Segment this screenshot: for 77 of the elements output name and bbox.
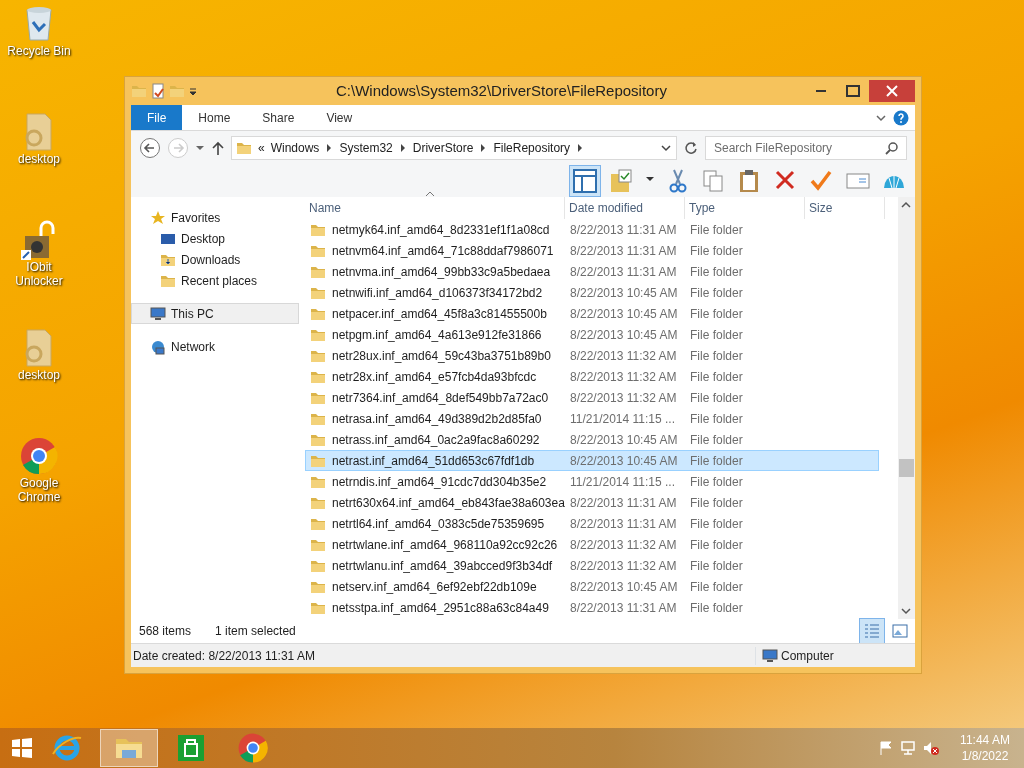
star-icon bbox=[150, 209, 166, 226]
file-row[interactable]: netrasa.inf_amd64_49d389d2b2d85fa0 11/21/2014 11:15 ... File folder bbox=[305, 408, 879, 429]
close-button[interactable] bbox=[869, 80, 915, 102]
folder-checklist-icon[interactable] bbox=[609, 168, 635, 194]
file-row[interactable]: netrtl64.inf_amd64_0383c5de75359695 8/22/2013 11:31 AM File folder bbox=[305, 513, 879, 534]
properties-icon[interactable] bbox=[150, 83, 166, 99]
maximize-icon bbox=[846, 85, 860, 97]
file-row[interactable]: netpgm.inf_amd64_4a613e912fe31866 8/22/2013 10:45 AM File folder bbox=[305, 324, 879, 345]
folder-icon bbox=[236, 140, 252, 156]
file-row[interactable]: netr7364.inf_amd64_8def549bb7a72ac0 8/22/2013 11:32 AM File folder bbox=[305, 387, 879, 408]
file-row[interactable]: netrtwlanu.inf_amd64_39abcced9f3b34df 8/22/2013 11:32 AM File folder bbox=[305, 555, 879, 576]
chrome-icon bbox=[237, 732, 269, 764]
file-row[interactable]: netmyk64.inf_amd64_8d2331ef1f1a08cd 8/22/2013 11:31 AM File folder bbox=[305, 219, 879, 240]
chevron-down-icon[interactable] bbox=[660, 142, 672, 154]
refresh-icon[interactable] bbox=[683, 140, 699, 156]
file-row[interactable]: netnwifi.inf_amd64_d106373f34172bd2 8/22/2013 10:45 AM File folder bbox=[305, 282, 879, 303]
network-icon[interactable] bbox=[900, 740, 916, 756]
item-count: 568 items bbox=[139, 623, 192, 640]
chrome-icon[interactable] bbox=[19, 436, 59, 476]
scrollbar-thumb[interactable] bbox=[899, 459, 914, 477]
file-row[interactable]: netnvm64.inf_amd64_71c88ddaf7986071 8/22/2013 11:31 AM File folder bbox=[305, 240, 879, 261]
file-row[interactable]: netr28x.inf_amd64_e57fcb4da93bfcdc 8/22/2013 11:32 AM File folder bbox=[305, 366, 879, 387]
store-bag-icon bbox=[175, 732, 207, 764]
nav-item[interactable]: Recent places bbox=[131, 270, 299, 291]
chevron-right-icon[interactable] bbox=[325, 143, 334, 153]
scrollbar[interactable] bbox=[898, 197, 915, 619]
ribbon-tab[interactable]: Home bbox=[182, 105, 247, 130]
column-header[interactable]: Name bbox=[305, 197, 565, 219]
file-row[interactable]: netrass.inf_amd64_0ac2a9fac8a60292 8/22/2013 10:45 AM File folder bbox=[305, 429, 879, 450]
breadcrumb[interactable]: FileRepository bbox=[493, 139, 571, 157]
file-row[interactable]: netrast.inf_amd64_51dd653c67fdf1db 8/22/2013 10:45 AM File folder bbox=[305, 450, 879, 471]
tiles-view-icon[interactable] bbox=[890, 621, 910, 641]
help-icon[interactable] bbox=[893, 109, 909, 126]
computer-icon bbox=[150, 305, 166, 322]
ribbon-tab[interactable]: View bbox=[310, 105, 369, 130]
nav-item[interactable]: Network bbox=[131, 336, 299, 357]
chevron-right-icon[interactable] bbox=[479, 143, 488, 153]
back-icon[interactable] bbox=[139, 137, 161, 159]
address-bar[interactable]: « Windows System32 DriverStore FileRepository bbox=[231, 136, 677, 160]
breadcrumb[interactable]: DriverStore bbox=[412, 139, 474, 157]
breadcrumb[interactable]: Windows bbox=[270, 139, 320, 157]
network-icon bbox=[150, 338, 166, 355]
breadcrumb[interactable]: System32 bbox=[339, 139, 393, 157]
column-header[interactable]: Size bbox=[805, 197, 885, 219]
column-header[interactable]: Date modified bbox=[565, 197, 685, 219]
muted-speaker-icon[interactable] bbox=[922, 740, 940, 756]
location-label: Computer bbox=[781, 647, 834, 665]
file-row[interactable]: netserv.inf_amd64_6ef92ebf22db109e 8/22/2013 10:45 AM File folder bbox=[305, 576, 879, 597]
ribbon-tab[interactable]: File bbox=[131, 105, 183, 130]
computer-icon bbox=[762, 647, 778, 664]
selection-count: 1 item selected bbox=[215, 623, 296, 640]
flag-icon[interactable] bbox=[878, 740, 894, 756]
file-row[interactable]: netsstpa.inf_amd64_2951c88a63c84a49 8/22/2013 11:31 AM File folder bbox=[305, 597, 879, 618]
preview-pane-icon[interactable] bbox=[572, 168, 598, 194]
nav-item[interactable]: Desktop bbox=[131, 228, 299, 249]
ribbon-tab[interactable]: Share bbox=[246, 105, 311, 130]
dropdown-icon[interactable] bbox=[195, 143, 205, 153]
file-row[interactable]: netr28ux.inf_amd64_59c43ba3751b89b0 8/22/2013 11:32 AM File folder bbox=[305, 345, 879, 366]
minimize-icon bbox=[816, 90, 826, 92]
file-row[interactable]: netrtwlane.inf_amd64_968110a92cc92c26 8/22/2013 11:32 AM File folder bbox=[305, 534, 879, 555]
up-arrow-icon[interactable] bbox=[211, 140, 225, 156]
chevron-right-icon[interactable] bbox=[398, 143, 407, 153]
nav-item[interactable]: Downloads bbox=[131, 249, 299, 270]
file-row[interactable]: netpacer.inf_amd64_45f8a3c81455500b 8/22/2013 10:45 AM File folder bbox=[305, 303, 879, 324]
file-row[interactable]: netrndis.inf_amd64_91cdc7dd304b35e2 11/21/2014 11:15 ... File folder bbox=[305, 471, 879, 492]
file-row[interactable]: netrt630x64.inf_amd64_eb843fae38a603ea 8/22/2013 11:31 AM File folder bbox=[305, 492, 879, 513]
search-icon bbox=[885, 141, 899, 155]
column-header[interactable]: Type bbox=[685, 197, 805, 219]
nav-item[interactable]: Favorites bbox=[131, 207, 299, 228]
window-title: C:\Windows\System32\DriverStore\FileRepository bbox=[335, 80, 668, 101]
nav-item[interactable]: This PC bbox=[131, 303, 299, 324]
overflow-chevron[interactable]: « bbox=[258, 139, 265, 157]
file-row[interactable]: netnvma.inf_amd64_99bb33c9a5bedaea 8/22/2013 11:31 AM File folder bbox=[305, 261, 879, 282]
date-created-text: Date created: 8/22/2013 11:31 AM bbox=[133, 647, 316, 665]
close-icon bbox=[886, 85, 898, 97]
chevron-right-icon[interactable] bbox=[576, 143, 585, 153]
search-field[interactable]: Search FileRepository bbox=[705, 136, 907, 160]
